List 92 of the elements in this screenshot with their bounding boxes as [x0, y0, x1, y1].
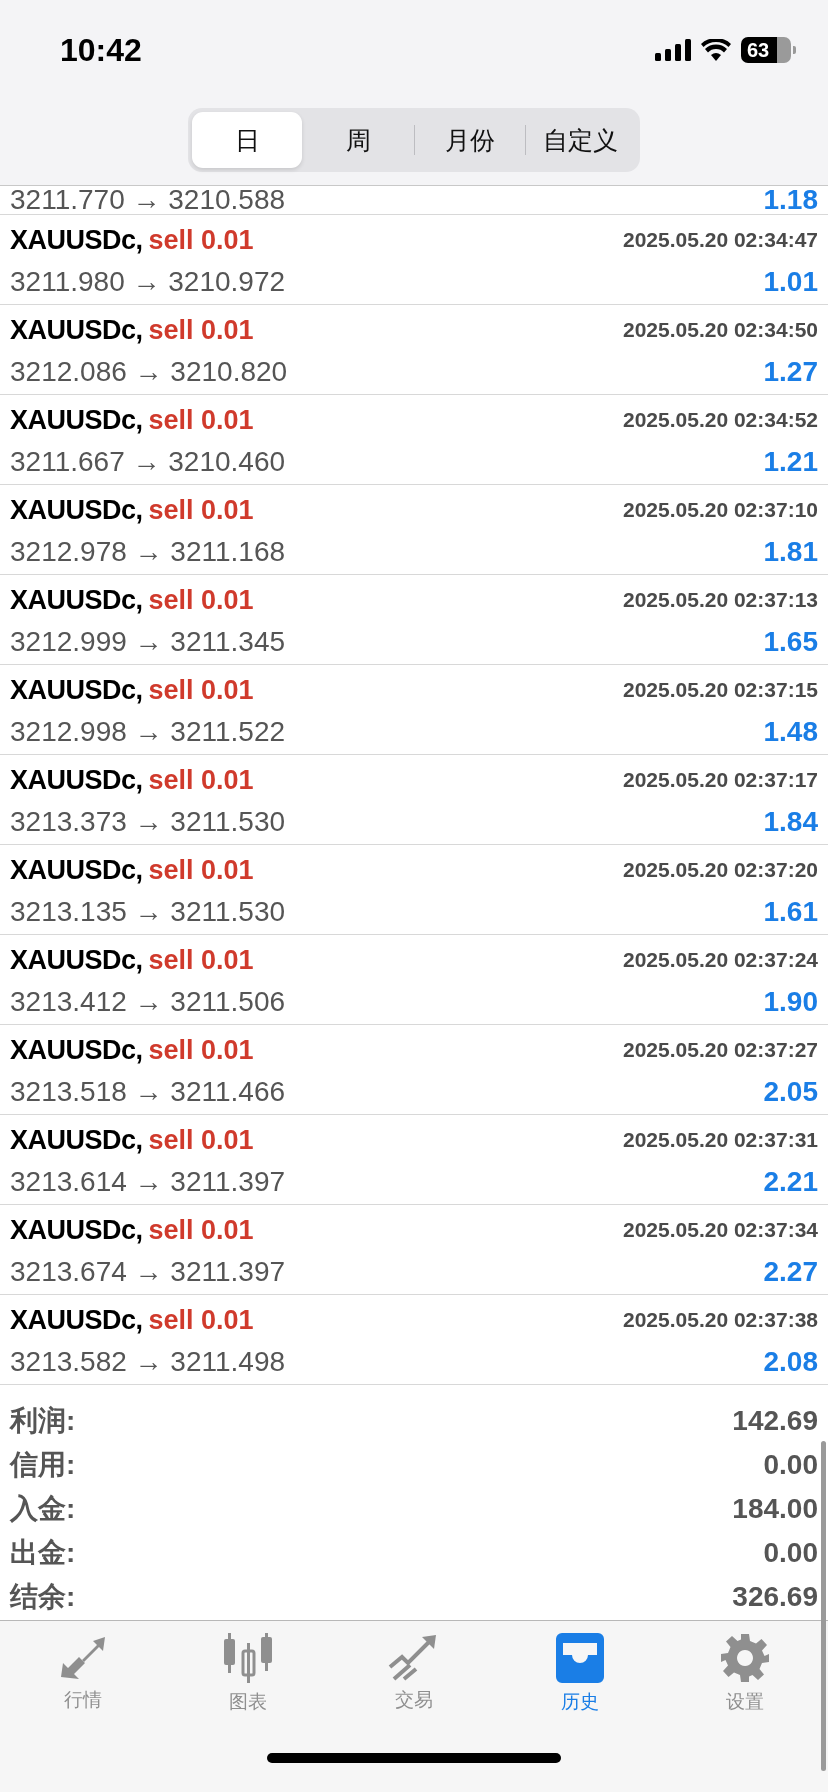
deal-time: 2025.05.20 02:37:34: [623, 1218, 818, 1242]
deal-time: 2025.05.20 02:37:15: [623, 678, 818, 702]
price-range: 3211.770 → 3210.588: [10, 186, 286, 214]
symbol-text: XAUUSDc,: [10, 224, 143, 255]
deal-time: 2025.05.20 02:34:50: [623, 318, 818, 342]
price-range: 3212.978 → 3211.168: [10, 536, 286, 568]
tab-bar-item[interactable]: 交易: [364, 1633, 464, 1715]
profit-value: 1.65: [763, 626, 818, 658]
price-range: 3213.373 → 3211.530: [10, 806, 286, 838]
deal-time: 2025.05.20 02:34:52: [623, 408, 818, 432]
price-range: 3211.980 → 3210.972: [10, 266, 286, 298]
symbol-text: XAUUSDc,: [10, 494, 143, 525]
summary-label: 入金:: [10, 1492, 76, 1526]
summary-value: 142.69: [732, 1405, 818, 1437]
symbol-text: XAUUSDc,: [10, 944, 143, 975]
summary-value: 184.00: [732, 1493, 818, 1525]
symbol-text: XAUUSDc,: [10, 1214, 143, 1245]
tab-bar-item[interactable]: 行情: [32, 1633, 133, 1715]
price-range: 3213.412 → 3211.506: [10, 986, 286, 1018]
signal-icon: [655, 39, 691, 61]
deal-time: 2025.05.20 02:37:27: [623, 1038, 818, 1062]
tab-bar-item[interactable]: 设置: [695, 1633, 796, 1715]
summary-label: 信用:: [10, 1448, 76, 1482]
price-range: 3211.667 → 3210.460: [10, 446, 286, 478]
deal-time: 2025.05.20 02:37:31: [623, 1128, 818, 1152]
tab-bar-item[interactable]: 图表: [198, 1633, 299, 1715]
symbol-text: XAUUSDc,: [10, 584, 143, 615]
settings-icon: [720, 1633, 771, 1683]
deal-time: 2025.05.20 02:37:20: [623, 858, 818, 882]
summary-value: 0.00: [763, 1537, 818, 1569]
order-text: sell 0.01: [148, 1304, 254, 1335]
profit-value: 1.48: [763, 716, 818, 748]
order-text: sell 0.01: [148, 674, 254, 705]
inbox-icon: [553, 1633, 606, 1683]
price-range: 3212.086 → 3210.820: [10, 356, 288, 388]
price-range: 3213.518 → 3211.466: [10, 1076, 286, 1108]
period-tab[interactable]: 日: [192, 112, 303, 168]
summary-label: 出金:: [10, 1536, 76, 1570]
profit-value: 1.18: [763, 186, 818, 214]
summary-label: 结余:: [10, 1580, 76, 1614]
order-text: sell 0.01: [148, 314, 254, 345]
symbol-text: XAUUSDc,: [10, 1124, 143, 1155]
profit-value: 1.90: [763, 986, 818, 1018]
profit-value: 1.01: [763, 266, 818, 298]
profit-value: 2.08: [763, 1346, 818, 1378]
tab-bar-item[interactable]: 历史: [529, 1633, 630, 1715]
deal-time: 2025.05.20 02:37:13: [623, 588, 818, 612]
profit-value: 1.84: [763, 806, 818, 838]
order-text: sell 0.01: [148, 854, 254, 885]
order-text: sell 0.01: [148, 1034, 254, 1065]
summary-label: 利润:: [10, 1404, 76, 1438]
price-range: 3213.674 → 3211.397: [10, 1256, 286, 1288]
order-text: sell 0.01: [148, 404, 254, 435]
deal-time: 2025.05.20 02:37:38: [623, 1308, 818, 1332]
profit-value: 2.05: [763, 1076, 818, 1108]
symbol-text: XAUUSDc,: [10, 1034, 143, 1065]
wifi-icon: [701, 39, 731, 61]
price-range: 3213.614 → 3211.397: [10, 1166, 286, 1198]
summary-value: 326.69: [732, 1581, 818, 1613]
period-tab[interactable]: 月份: [414, 112, 525, 168]
price-range: 3213.582 → 3211.498: [10, 1346, 286, 1378]
order-text: sell 0.01: [148, 494, 254, 525]
price-range: 3212.998 → 3211.522: [10, 716, 286, 748]
summary-value: 0.00: [763, 1449, 818, 1481]
profit-value: 1.61: [763, 896, 818, 928]
price-range: 3212.999 → 3211.345: [10, 626, 286, 658]
period-tab[interactable]: 周: [303, 112, 414, 168]
symbol-text: XAUUSDc,: [10, 314, 143, 345]
symbol-text: XAUUSDc,: [10, 404, 143, 435]
deal-time: 2025.05.20 02:34:47: [623, 228, 818, 252]
symbol-text: XAUUSDc,: [10, 854, 143, 885]
profit-value: 1.21: [763, 446, 818, 478]
order-text: sell 0.01: [148, 764, 254, 795]
deal-time: 2025.05.20 02:37:17: [623, 768, 818, 792]
profit-value: 1.27: [763, 356, 818, 388]
price-range: 3213.135 → 3211.530: [10, 896, 286, 928]
profit-value: 2.27: [763, 1256, 818, 1288]
status-time: 10:42: [60, 31, 142, 69]
deal-time: 2025.05.20 02:37:10: [623, 498, 818, 522]
profit-value: 1.81: [763, 536, 818, 568]
period-tab[interactable]: 自定义: [525, 112, 636, 168]
deal-time: 2025.05.20 02:37:24: [623, 948, 818, 972]
symbol-text: XAUUSDc,: [10, 674, 143, 705]
order-text: sell 0.01: [148, 1124, 254, 1155]
symbol-text: XAUUSDc,: [10, 1304, 143, 1335]
order-text: sell 0.01: [148, 1214, 254, 1245]
order-text: sell 0.01: [148, 584, 254, 615]
candlestick-icon: [222, 1633, 275, 1683]
profit-value: 2.21: [763, 1166, 818, 1198]
order-text: sell 0.01: [148, 944, 254, 975]
symbol-text: XAUUSDc,: [10, 764, 143, 795]
order-text: sell 0.01: [148, 224, 254, 255]
